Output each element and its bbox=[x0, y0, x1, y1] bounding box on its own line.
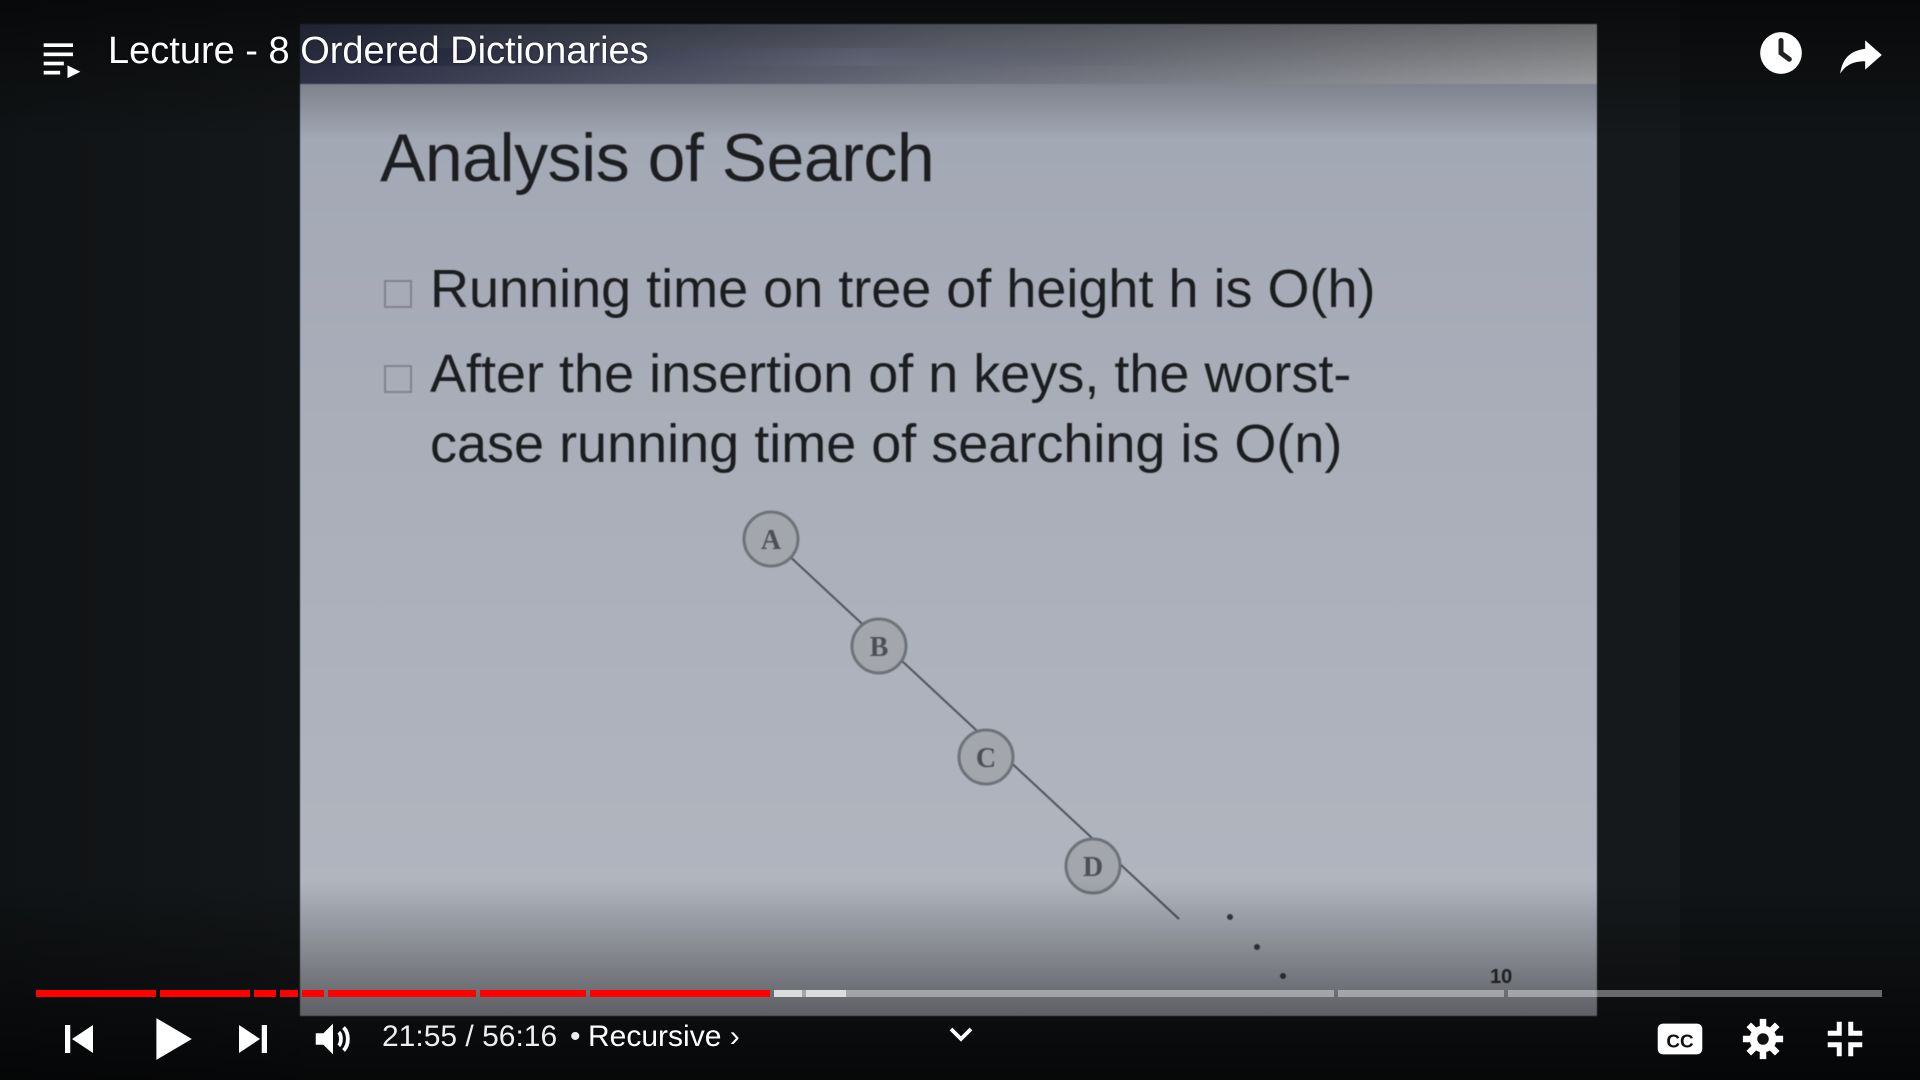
play-icon[interactable] bbox=[146, 1014, 196, 1064]
tree-node-c: C bbox=[957, 728, 1015, 786]
gear-icon[interactable] bbox=[1740, 1016, 1786, 1062]
tree-diagram: A B C D bbox=[742, 510, 1286, 979]
chapter-segment[interactable] bbox=[1338, 990, 1504, 997]
node-label-a: A bbox=[761, 525, 782, 556]
lecture-slide: Analysis of Search Running time on tree … bbox=[300, 24, 1597, 1016]
exit-fullscreen-icon[interactable] bbox=[1822, 1016, 1868, 1062]
share-icon[interactable] bbox=[1836, 30, 1886, 80]
played-segment bbox=[302, 990, 324, 997]
node-label-c: C bbox=[976, 743, 996, 774]
bottom-overlay bbox=[0, 880, 1920, 1080]
skip-previous-icon[interactable] bbox=[58, 1018, 100, 1060]
played-segment bbox=[480, 990, 586, 997]
node-label-d: D bbox=[1083, 852, 1103, 883]
time-display: 21:55 / 56:16 bbox=[382, 1020, 558, 1053]
svg-text:CC: CC bbox=[1666, 1031, 1694, 1052]
played-segment bbox=[280, 990, 298, 997]
played-segment bbox=[590, 990, 770, 997]
chapter-segment[interactable] bbox=[1508, 990, 1882, 997]
progress-bar[interactable] bbox=[36, 990, 1882, 997]
chapter-separator: • bbox=[570, 1020, 581, 1053]
tree-node-b: B bbox=[850, 617, 908, 675]
played-segment bbox=[160, 990, 250, 997]
cc-icon[interactable]: CC bbox=[1656, 1018, 1704, 1060]
playlist-icon[interactable] bbox=[40, 36, 84, 80]
buffered-segment bbox=[774, 990, 802, 997]
clock-icon[interactable] bbox=[1756, 28, 1806, 78]
node-label-b: B bbox=[870, 632, 889, 663]
chevron-down-icon[interactable] bbox=[946, 1022, 976, 1046]
tree-node-a: A bbox=[742, 510, 800, 568]
skip-next-icon[interactable] bbox=[232, 1018, 274, 1060]
played-segment bbox=[36, 990, 156, 997]
played-segment bbox=[328, 990, 476, 997]
chapter-title-button[interactable]: Recursive › bbox=[588, 1020, 740, 1054]
chapter-segment[interactable] bbox=[774, 990, 1334, 997]
buffered-segment bbox=[806, 990, 846, 997]
video-title[interactable]: Lecture - 8 Ordered Dictionaries bbox=[108, 30, 649, 73]
volume-icon[interactable] bbox=[310, 1016, 356, 1062]
played-segment bbox=[254, 990, 276, 997]
